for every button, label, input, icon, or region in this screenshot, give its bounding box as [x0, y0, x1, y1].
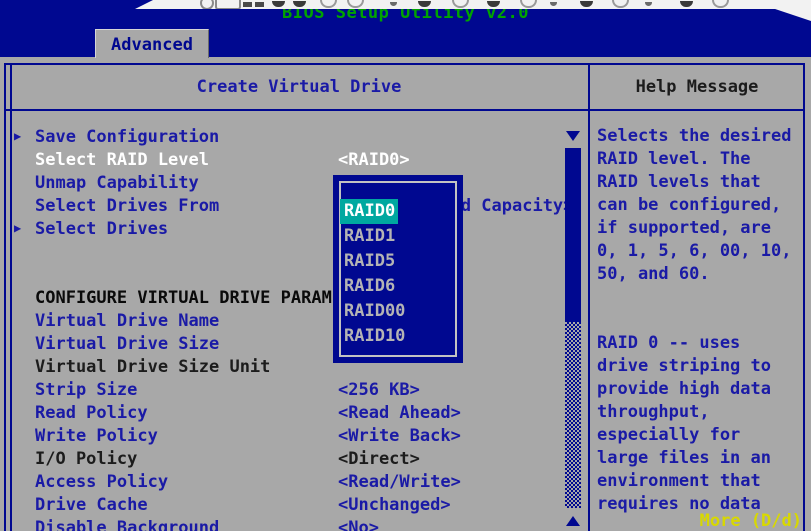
help-line: Selects the desired: [597, 128, 807, 151]
scroll-arrow-bottom-icon[interactable]: [566, 516, 580, 526]
popup-option-raid1[interactable]: RAID1: [340, 224, 456, 249]
item-value: <No>: [338, 520, 379, 531]
toolbar-icon-fragment: [645, 2, 652, 6]
popup-option-raid00[interactable]: RAID00: [340, 299, 456, 324]
toolbar-icon-fragment: [293, 1, 306, 7]
list-item-access-policy[interactable]: Access Policy <Read/Write>: [10, 471, 565, 494]
help-line: [597, 312, 807, 335]
submenu-arrow-icon: ▶: [14, 130, 21, 142]
raid-level-popup: RAID0RAID1RAID5RAID6RAID00RAID10: [333, 175, 463, 363]
toolbar-icon-fragment: [680, 1, 693, 7]
toolbar-icon-fragment: [712, 0, 729, 8]
toolbar-icon-fragment: [215, 0, 241, 10]
list-item-configure-virtual-drive-parameters[interactable]: CONFIGURE VIRTUAL DRIVE PARAMETERS:: [10, 287, 565, 310]
frame-top-border: [4, 63, 805, 65]
tab-advanced[interactable]: Advanced: [95, 29, 209, 58]
toolbar-icon-fragment: [580, 1, 593, 7]
toolbar-icon-fragment: [320, 0, 337, 8]
panel-divider: [588, 63, 590, 531]
popup-option-raid5[interactable]: RAID5: [340, 249, 456, 274]
item-label: Read Policy: [35, 405, 148, 422]
list-item-select-drives-from[interactable]: Select Drives From<Unconfigured Capacity…: [10, 195, 565, 218]
list-item-i-o-policy[interactable]: I/O Policy <Direct>: [10, 448, 565, 471]
list-item-drive-cache[interactable]: Drive Cache <Unchanged>: [10, 494, 565, 517]
item-label: Virtual Drive Size Unit: [35, 359, 270, 376]
item-value: <RAID0>: [338, 152, 410, 169]
popup-option-raid10[interactable]: RAID10: [340, 324, 456, 349]
toolbar-icon-fragment: [452, 0, 469, 8]
item-value: <Read Ahead>: [338, 405, 461, 422]
help-line: [597, 289, 807, 312]
list-item-virtual-drive-size-unit[interactable]: Virtual Drive Size Unit: [10, 356, 565, 379]
toolbar-icon-fragment: [347, 0, 364, 8]
item-label: Unmap Capability: [35, 175, 199, 192]
item-label: Disable Background: [35, 520, 219, 531]
list-item-virtual-drive-size[interactable]: Virtual Drive Size: [10, 333, 565, 356]
toolbar-icon-fragment: [272, 1, 285, 7]
item-label: Access Policy: [35, 474, 168, 491]
list-item-select-raid-level[interactable]: Select RAID Level <RAID0>: [10, 149, 565, 172]
item-label: Write Policy: [35, 428, 158, 445]
item-label: Select Drives From: [35, 198, 219, 215]
toolbar-icon-fragment: [255, 2, 264, 7]
item-label: Select RAID Level: [35, 152, 209, 169]
list-item-read-policy[interactable]: Read Policy <Read Ahead>: [10, 402, 565, 425]
more-indicator: More (D/d): [590, 513, 808, 530]
bios-screen: BIOS Setup Utility v2.0 Advanced Create …: [0, 0, 811, 531]
help-line: large files in an: [597, 450, 807, 473]
item-value: <Unchanged>: [338, 497, 451, 514]
help-line: drive striping to: [597, 358, 807, 381]
help-panel-title: Help Message: [590, 79, 804, 96]
help-line: provide high data: [597, 381, 807, 404]
item-label: Virtual Drive Size: [35, 336, 219, 353]
item-label: Select Drives: [35, 221, 168, 238]
help-line: throughput,: [597, 404, 807, 427]
list-item-strip-size[interactable]: Strip Size <256 KB>: [10, 379, 565, 402]
list-item-write-policy[interactable]: Write Policy <Write Back>: [10, 425, 565, 448]
scrollbar-thumb[interactable]: [565, 148, 581, 322]
help-line: RAID level. The: [597, 151, 807, 174]
list-item-virtual-drive-name[interactable]: Virtual Drive Name: [10, 310, 565, 333]
toolbar-icon-fragment: [487, 1, 500, 7]
list-item-save-configuration[interactable]: ▶ Save Configuration: [10, 126, 565, 149]
help-line: 50, and 60.: [597, 266, 807, 289]
toolbar-icon-fragment: [243, 2, 252, 7]
toolbar-icon-fragment: [390, 2, 397, 6]
item-value: <256 KB>: [338, 382, 420, 399]
item-value: <Direct>: [338, 451, 420, 468]
toolbar-icon-fragment: [520, 0, 537, 8]
toolbar-icon-fragment: [200, 0, 214, 10]
help-line: can be configured,: [597, 197, 807, 220]
console-toolbar-strip: [115, 0, 811, 9]
toolbar-icon-fragment: [550, 2, 557, 6]
item-value: <Read/Write>: [338, 474, 461, 491]
help-line: RAID 0 -- uses: [597, 335, 807, 358]
frame-left-outer-border: [4, 63, 6, 531]
item-label: Drive Cache: [35, 497, 148, 514]
popup-option-raid6[interactable]: RAID6: [340, 274, 456, 299]
help-line: RAID levels that: [597, 174, 807, 197]
help-line: environment that: [597, 473, 807, 496]
scrollbar-track[interactable]: [565, 322, 581, 508]
list-item-blank: [10, 241, 565, 264]
toolbar-icon-fragment: [418, 1, 431, 7]
submenu-arrow-icon: ▶: [14, 222, 21, 234]
list-item-disable-background[interactable]: Disable Background <No>: [10, 517, 565, 531]
list-item-unmap-capability[interactable]: Unmap Capability: [10, 172, 565, 195]
list-item-select-drives[interactable]: ▶ Select Drives: [10, 218, 565, 241]
header-bottom-border: [4, 109, 805, 111]
toolbar-icon-fragment: [612, 0, 629, 8]
item-label: Virtual Drive Name: [35, 313, 219, 330]
item-label: Strip Size: [35, 382, 137, 399]
item-label: I/O Policy: [35, 451, 137, 468]
help-line: 0, 1, 5, 6, 00, 10,: [597, 243, 807, 266]
item-value: <Write Back>: [338, 428, 461, 445]
popup-option-raid0[interactable]: RAID0: [340, 199, 398, 224]
list-item-blank: [10, 264, 565, 287]
help-line: if supported, are: [597, 220, 807, 243]
scroll-arrow-top-icon[interactable]: [566, 131, 580, 141]
page-title: Create Virtual Drive: [10, 79, 588, 96]
help-line: especially for: [597, 427, 807, 450]
item-label: Save Configuration: [35, 129, 219, 146]
